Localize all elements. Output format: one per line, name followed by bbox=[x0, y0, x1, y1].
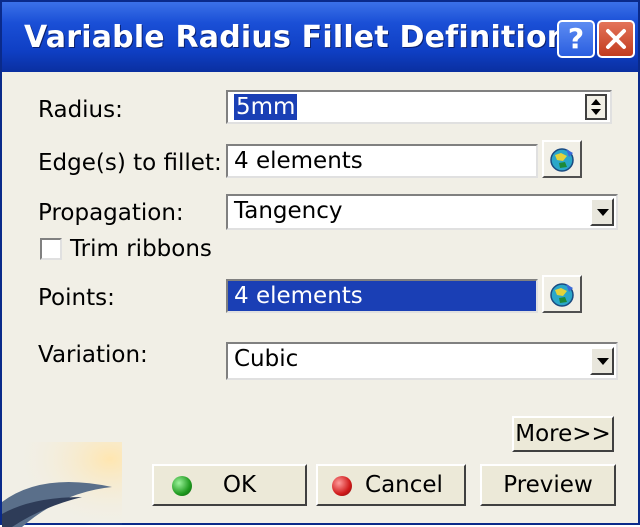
cancel-label: Cancel bbox=[365, 472, 443, 498]
more-button[interactable]: More>> bbox=[512, 416, 614, 452]
selection-list-icon bbox=[550, 283, 574, 307]
dialog-title: Variable Radius Fillet Definition bbox=[24, 20, 569, 55]
edges-pick-button[interactable] bbox=[542, 140, 582, 178]
points-field[interactable]: 4 elements bbox=[226, 279, 538, 313]
decorative-swoosh bbox=[2, 442, 122, 527]
variation-value: Cubic bbox=[234, 346, 299, 372]
chevron-down-icon bbox=[597, 358, 609, 365]
chevron-down-icon bbox=[597, 209, 609, 216]
radius-value: 5mm bbox=[234, 94, 298, 120]
close-button[interactable] bbox=[597, 20, 635, 58]
variation-dropdown-button[interactable] bbox=[590, 347, 614, 375]
ok-dot-icon bbox=[172, 476, 192, 496]
title-bar[interactable]: Variable Radius Fillet Definition ? bbox=[2, 2, 638, 72]
ok-label: OK bbox=[222, 472, 257, 498]
radius-spinner[interactable] bbox=[585, 94, 607, 120]
cancel-button[interactable]: Cancel bbox=[316, 464, 466, 506]
preview-button[interactable]: Preview bbox=[480, 464, 616, 506]
propagation-dropdown-button[interactable] bbox=[590, 198, 614, 226]
close-icon bbox=[606, 29, 626, 49]
spinner-arrows-icon bbox=[591, 99, 601, 115]
help-button[interactable]: ? bbox=[557, 20, 595, 58]
trim-ribbons-checkbox[interactable] bbox=[40, 238, 62, 260]
edges-label: Edge(s) to fillet: bbox=[38, 150, 222, 176]
edges-field[interactable]: 4 elements bbox=[226, 144, 538, 178]
radius-input[interactable]: 5mm bbox=[226, 90, 612, 124]
variation-label: Variation: bbox=[38, 342, 148, 368]
propagation-value: Tangency bbox=[234, 198, 343, 224]
propagation-label: Propagation: bbox=[38, 200, 184, 226]
trim-ribbons-label: Trim ribbons bbox=[70, 236, 212, 262]
points-label: Points: bbox=[38, 285, 115, 311]
ok-button[interactable]: OK bbox=[152, 464, 307, 506]
cancel-dot-icon bbox=[332, 476, 352, 496]
selection-list-icon bbox=[550, 148, 574, 172]
radius-label: Radius: bbox=[38, 97, 123, 123]
variation-select[interactable]: Cubic bbox=[226, 342, 618, 380]
points-pick-button[interactable] bbox=[542, 275, 582, 313]
dialog-window: Variable Radius Fillet Definition ? Radi… bbox=[0, 0, 640, 527]
propagation-select[interactable]: Tangency bbox=[226, 194, 618, 230]
